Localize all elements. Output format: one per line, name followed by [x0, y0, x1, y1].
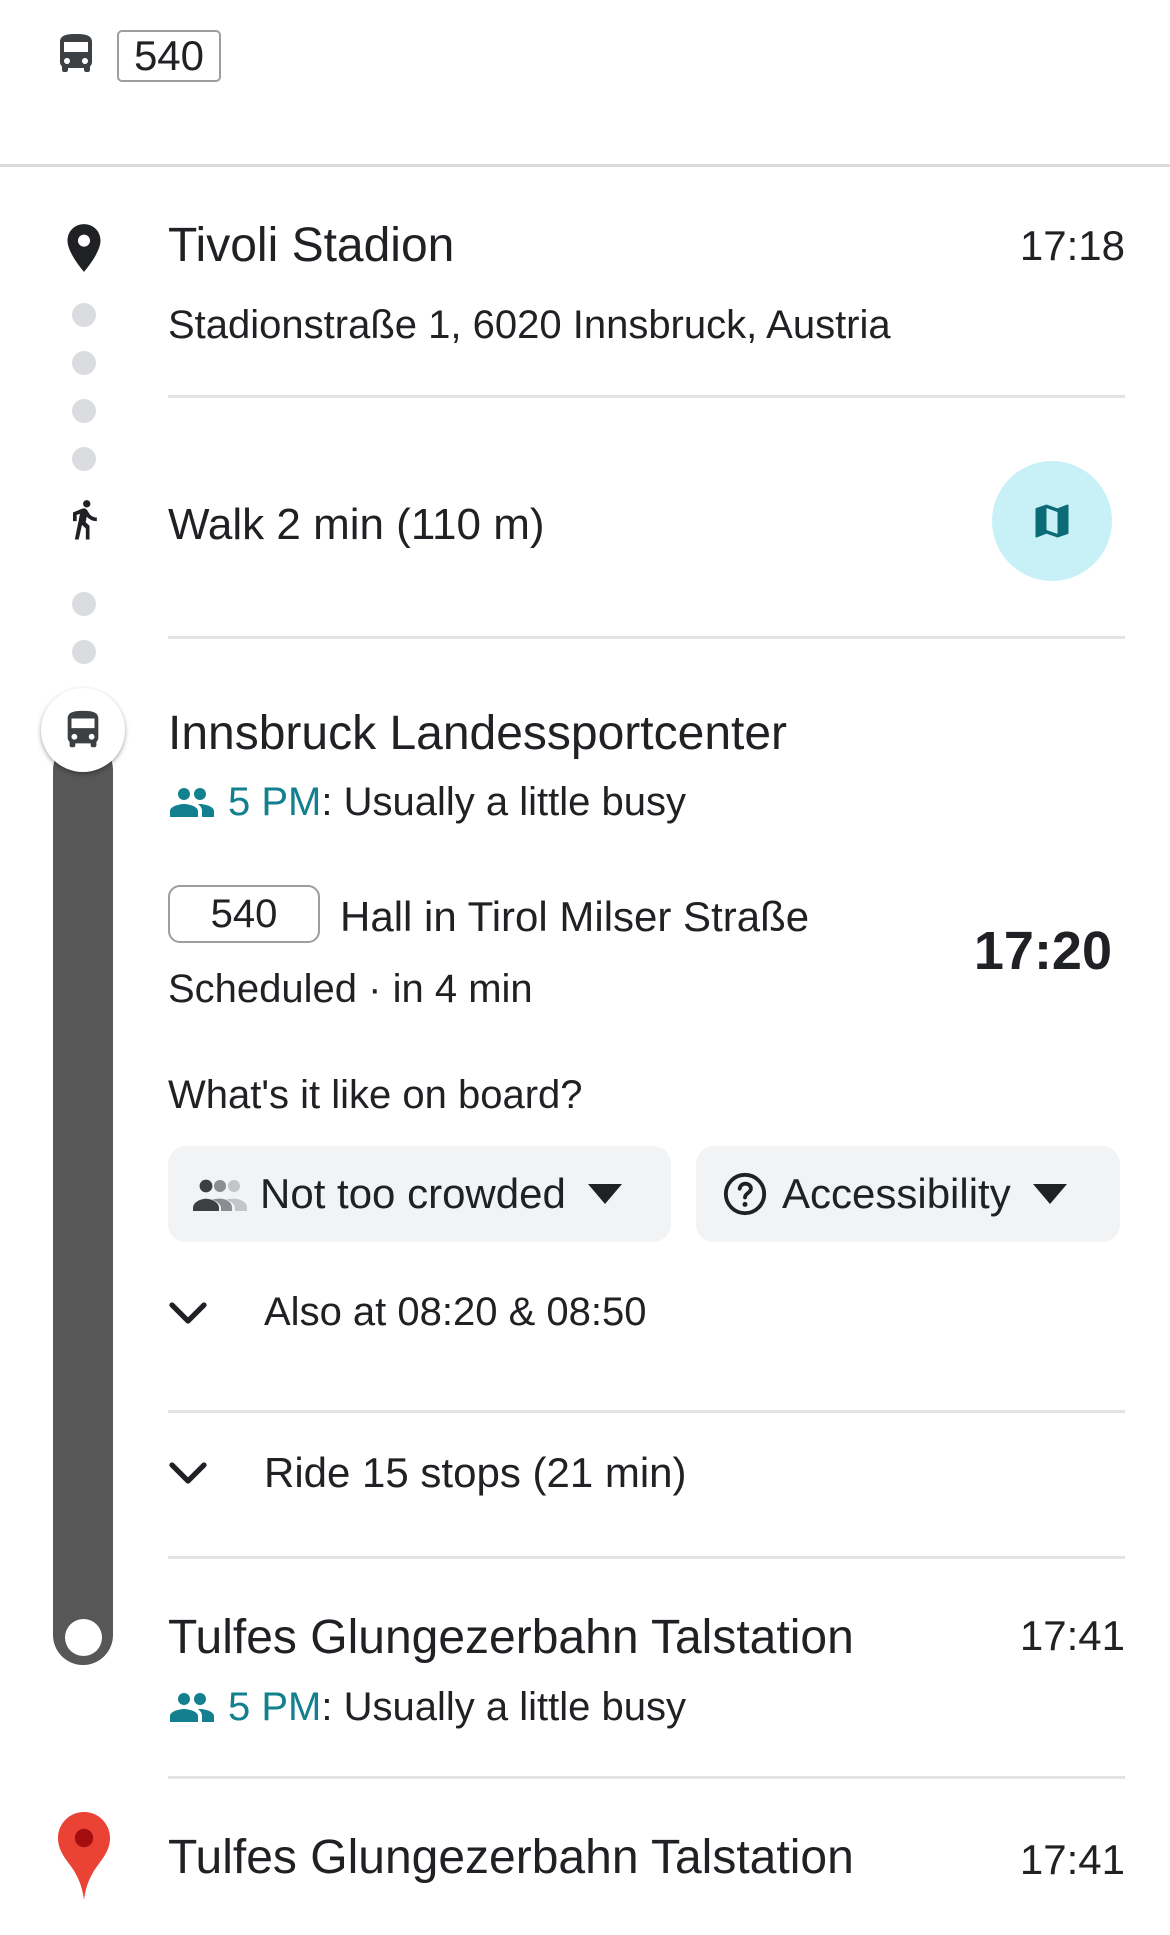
bus-icon	[52, 30, 100, 78]
chevron-down-icon	[169, 1301, 207, 1324]
trip-end-marker	[65, 1619, 102, 1656]
departure-status: Scheduled · in 4 min	[168, 967, 533, 1011]
red-pin-icon	[56, 1810, 112, 1902]
onboard-question: What's it like on board?	[168, 1073, 583, 1117]
crowd-chip[interactable]: Not too crowded	[168, 1146, 671, 1242]
accessibility-chip-label: Accessibility	[782, 1170, 1011, 1217]
destination-name[interactable]: Tulfes Glungezerbahn Talstation	[168, 1830, 854, 1885]
route-badge: 540	[168, 885, 320, 943]
departure-time: 17:20	[973, 921, 1112, 981]
busy-text: : Usually a little busy	[321, 1685, 686, 1729]
people-icon	[170, 1692, 214, 1722]
origin-name: Tivoli Stadion	[168, 219, 455, 272]
walk-dot	[72, 351, 96, 375]
walk-dot	[72, 303, 96, 327]
ride-stops-toggle[interactable]: Ride 15 stops (21 min)	[168, 1449, 687, 1497]
dropdown-arrow-icon	[587, 1184, 622, 1204]
header-divider	[0, 164, 1170, 167]
origin-time: 17:18	[1019, 222, 1125, 269]
section-divider	[168, 1776, 1125, 1779]
walk-label: Walk 2 min (110 m)	[168, 500, 545, 549]
walk-dot	[72, 399, 96, 423]
section-divider	[168, 395, 1125, 398]
busyness-info: 5 PM: Usually a little busy	[168, 1685, 686, 1730]
busyness-info: 5 PM: Usually a little busy	[168, 780, 686, 825]
board-stop-name[interactable]: Innsbruck Landessportcenter	[168, 706, 787, 761]
busy-time: 5 PM	[228, 1685, 322, 1729]
walk-dot	[72, 640, 96, 664]
people-icon	[170, 787, 214, 817]
also-at-toggle[interactable]: Also at 08:20 & 08:50	[168, 1290, 647, 1335]
section-divider	[168, 636, 1125, 639]
walk-dot	[72, 592, 96, 616]
location-pin-icon	[62, 222, 106, 274]
destination-time: 17:41	[1019, 1836, 1125, 1883]
dropdown-arrow-icon	[1032, 1184, 1067, 1204]
busy-time: 5 PM	[228, 780, 322, 824]
trip-line	[53, 740, 113, 1665]
map-button[interactable]	[992, 461, 1112, 581]
route-badge: 540	[117, 30, 221, 82]
help-circle-icon	[723, 1172, 767, 1216]
also-at-label: Also at 08:20 & 08:50	[264, 1290, 647, 1334]
origin-address[interactable]: Stadionstraße 1, 6020 Innsbruck, Austria	[168, 303, 891, 348]
alight-time: 17:41	[1019, 1612, 1125, 1659]
bus-icon	[41, 688, 125, 772]
crowd-chip-label: Not too crowded	[260, 1170, 566, 1217]
section-divider	[168, 1556, 1125, 1559]
walk-dot	[72, 447, 96, 471]
headsign: Hall in Tirol Milser Straße	[340, 893, 810, 940]
section-divider	[168, 1410, 1125, 1413]
chevron-down-icon	[169, 1462, 207, 1484]
people-icon	[193, 1179, 247, 1211]
busy-text: : Usually a little busy	[321, 780, 686, 824]
alight-stop-name[interactable]: Tulfes Glungezerbahn Talstation	[168, 1610, 854, 1665]
walk-icon	[62, 494, 106, 552]
accessibility-chip[interactable]: Accessibility	[696, 1146, 1120, 1242]
ride-label: Ride 15 stops (21 min)	[264, 1449, 687, 1496]
map-icon	[1035, 504, 1069, 538]
